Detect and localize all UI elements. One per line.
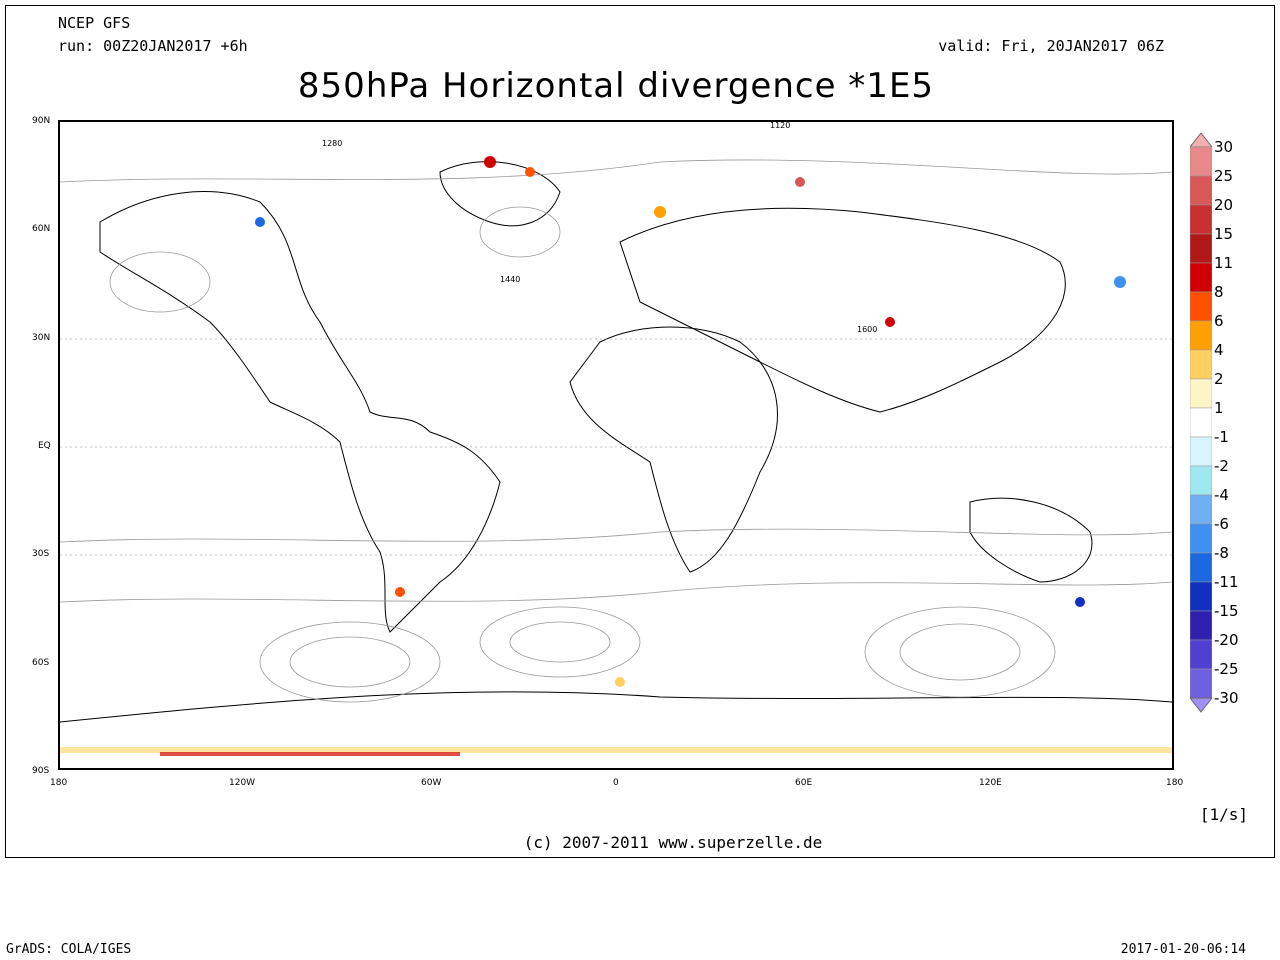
contour-label: 1280 [322, 139, 342, 148]
legend-label: 25 [1214, 167, 1234, 185]
color-legend-bar [1190, 133, 1212, 713]
legend-label: -1 [1214, 428, 1229, 446]
legend-label: -30 [1214, 689, 1239, 707]
lon-label: 180 [50, 778, 68, 788]
map-title: 850hPa Horizontal divergence *1E5 [297, 66, 935, 106]
legend-label: 2 [1214, 370, 1224, 388]
legend-swatch [1190, 175, 1212, 206]
legend-bottom-arrow [1190, 697, 1212, 713]
lon-label: 60E [795, 778, 813, 788]
legend-swatch [1190, 581, 1212, 612]
legend-label: -8 [1214, 544, 1229, 562]
lon-label: 120E [979, 778, 1002, 788]
legend-label: 20 [1214, 196, 1234, 214]
credit-text: (c) 2007-2011 www.superzelle.de [523, 833, 823, 852]
legend-label: 8 [1214, 283, 1224, 301]
legend-label: 30 [1214, 138, 1234, 156]
lat-label: 60S [32, 658, 50, 668]
lat-label: 90S [32, 766, 50, 776]
legend-swatch [1190, 668, 1212, 699]
lon-label: 120W [229, 778, 256, 788]
legend-swatch [1190, 349, 1212, 380]
lat-label: EQ [38, 441, 51, 451]
legend-label: -11 [1214, 573, 1239, 591]
legend-swatch [1190, 320, 1212, 351]
legend-label: 15 [1214, 225, 1234, 243]
coastlines [59, 161, 1173, 723]
height-contours [59, 159, 1173, 703]
legend-label: 4 [1214, 341, 1224, 359]
legend-swatch [1190, 233, 1212, 264]
legend-label: -20 [1214, 631, 1239, 649]
contour-label: 1120 [770, 122, 790, 130]
legend-swatch [1190, 146, 1212, 177]
legend-swatch [1190, 262, 1212, 293]
legend-label: -6 [1214, 515, 1229, 533]
legend-label: -25 [1214, 660, 1239, 678]
legend-label: 1 [1214, 399, 1224, 417]
legend-swatch [1190, 523, 1212, 554]
legend-swatch [1190, 407, 1212, 438]
lon-label: 60W [421, 778, 442, 788]
footer-timestamp: 2017-01-20-06:14 [1120, 942, 1246, 957]
contour-value-labels: 1120 1280 1440 1600 [322, 121, 877, 334]
legend-swatch [1190, 378, 1212, 409]
legend-swatch [1190, 610, 1212, 641]
legend-swatch [1190, 465, 1212, 496]
valid-time: valid: Fri, 20JAN2017 06Z [938, 37, 1164, 55]
legend-swatch [1190, 436, 1212, 467]
legend-swatch [1190, 552, 1212, 583]
lat-label: 60N [32, 224, 51, 234]
legend-label: -15 [1214, 602, 1239, 620]
legend-swatch [1190, 204, 1212, 235]
units-label: [1/s] [1199, 805, 1248, 824]
map-area: 1120 1280 1440 1600 [58, 120, 1174, 770]
legend-label: -4 [1214, 486, 1229, 504]
legend-label: 6 [1214, 312, 1224, 330]
map-canvas: 1120 1280 1440 1600 [59, 121, 1173, 756]
legend-top-arrow [1190, 133, 1212, 148]
lon-label: 0 [613, 778, 619, 788]
lat-label: 30N [32, 333, 51, 343]
legend-label: -2 [1214, 457, 1229, 475]
legend-swatch [1190, 639, 1212, 670]
graticule [60, 338, 1172, 556]
legend-label: 11 [1214, 254, 1234, 272]
run-time: run: 00Z20JAN2017 +6h [58, 37, 248, 55]
contour-label: 1600 [857, 325, 877, 334]
legend-swatch [1190, 291, 1212, 322]
lat-label: 90N [32, 116, 51, 126]
lon-label: 180 [1166, 778, 1184, 788]
contour-label: 1440 [500, 275, 520, 284]
model-name: NCEP GFS [58, 14, 131, 32]
divergence-field [60, 156, 1172, 756]
lat-label: 30S [32, 549, 50, 559]
footer-software: GrADS: COLA/IGES [6, 942, 132, 957]
legend-swatch [1190, 494, 1212, 525]
